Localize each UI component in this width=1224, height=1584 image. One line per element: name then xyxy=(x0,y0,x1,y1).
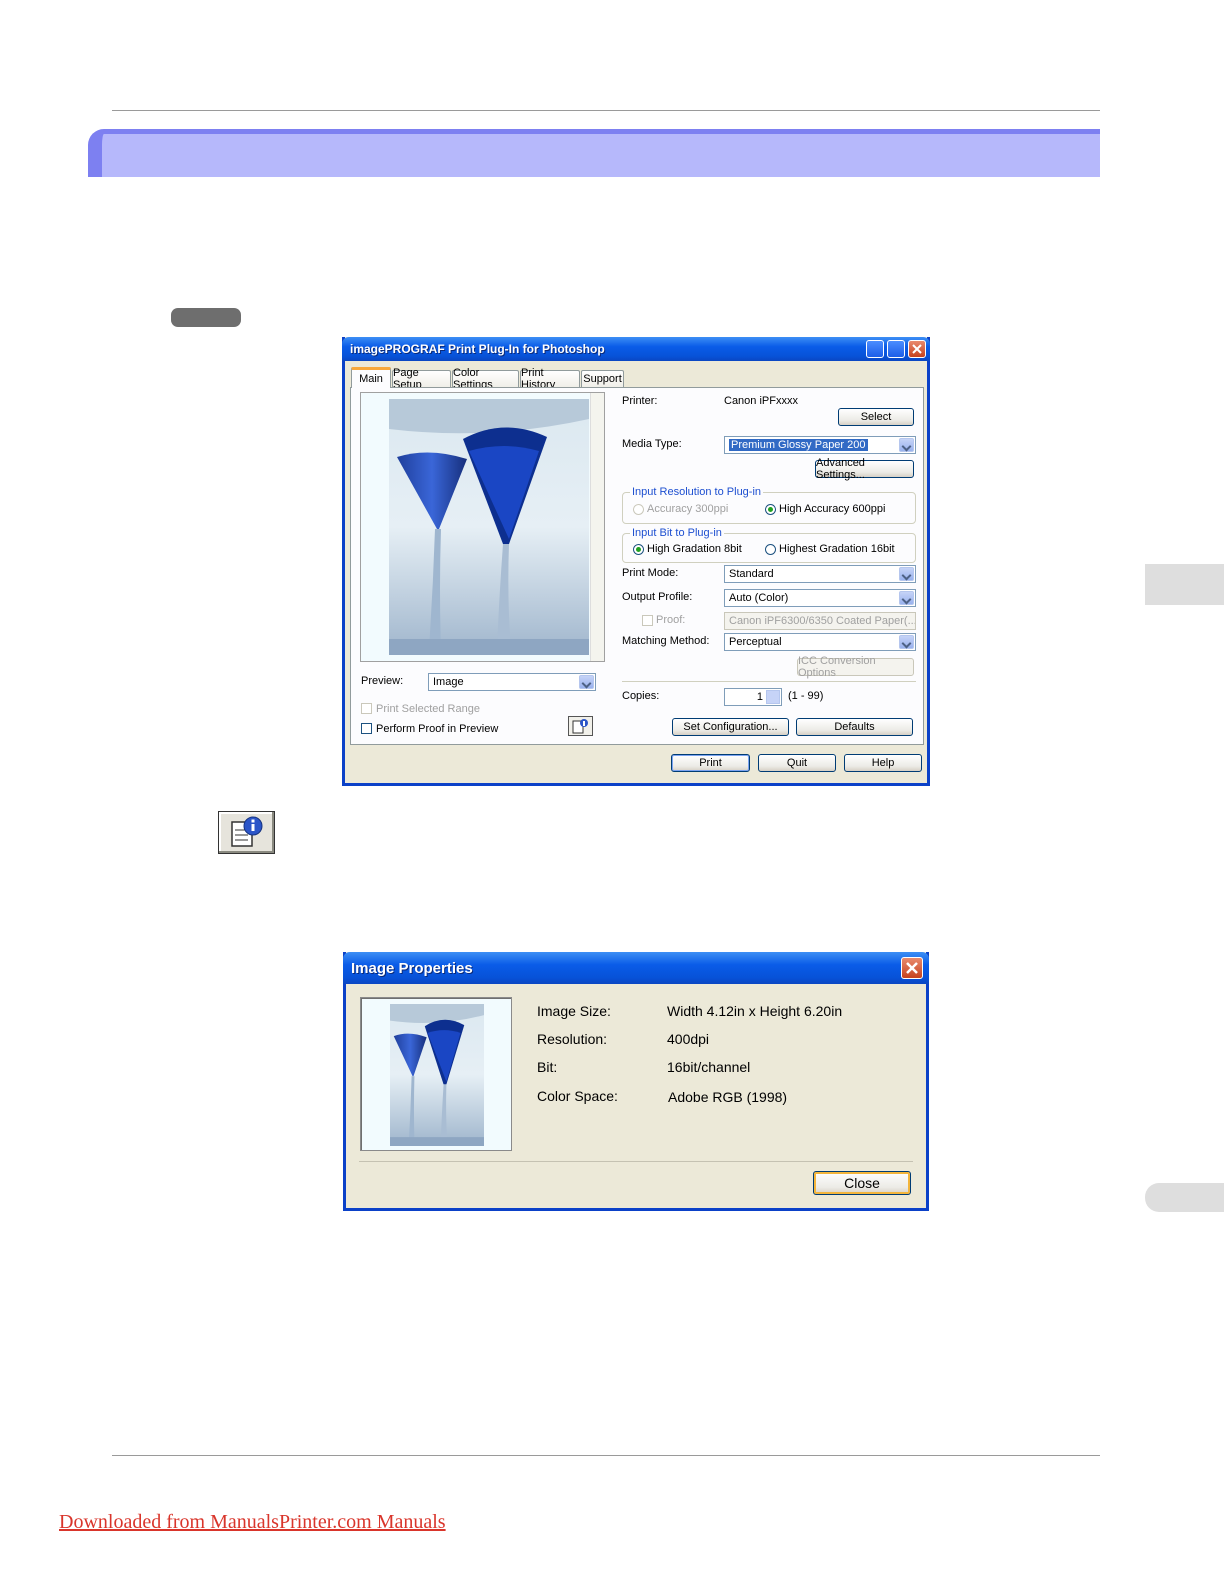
chevron-down-icon xyxy=(899,438,914,452)
matching-method-select[interactable]: Perceptual xyxy=(724,633,916,651)
output-profile-label: Output Profile: xyxy=(622,591,693,603)
proof-value: Canon iPF6300/6350 Coated Paper(... xyxy=(729,615,916,627)
copies-label: Copies: xyxy=(622,690,660,702)
input-resolution-group-label: Input Resolution to Plug-in xyxy=(630,486,764,498)
chevron-down-icon xyxy=(899,567,914,581)
advanced-settings-button[interactable]: Advanced Settings... xyxy=(815,457,914,481)
image-size-value: Width 4.12in x Height 6.20in xyxy=(667,1003,843,1019)
print-mode-label: Print Mode: xyxy=(622,567,679,579)
proof-label: Proof: xyxy=(656,614,686,626)
bit-label: Bit: xyxy=(537,1059,558,1075)
printer-value: Canon iPFxxxx xyxy=(724,395,798,407)
proof-select[interactable]: Canon iPF6300/6350 Coated Paper(... xyxy=(724,612,916,630)
tab-color-settings[interactable]: Color Settings xyxy=(452,367,519,391)
tab-print-history[interactable]: Print History xyxy=(520,367,580,391)
tab-main[interactable]: Main xyxy=(351,367,391,388)
chapter-tab-marker xyxy=(1145,564,1224,605)
set-configuration-button[interactable]: Set Configuration... xyxy=(672,718,789,736)
chevron-down-icon xyxy=(899,591,914,605)
copies-value: 1 xyxy=(756,691,763,703)
image-properties-title: Image Properties xyxy=(351,959,473,977)
chevron-down-icon xyxy=(579,675,594,689)
gradation-16-radio[interactable] xyxy=(765,544,776,555)
input-bit-group-label: Input Bit to Plug-in xyxy=(630,527,724,539)
bottom-rule xyxy=(112,1455,1100,1456)
print-button[interactable]: Print xyxy=(671,754,750,772)
preview-image xyxy=(389,399,589,655)
gradation-16-label: Highest Gradation 16bit xyxy=(779,543,895,555)
media-type-label: Media Type: xyxy=(622,438,682,450)
resolution-value: 400dpi xyxy=(667,1031,710,1047)
index-tab-marker xyxy=(1145,1183,1224,1212)
accuracy-600-radio[interactable] xyxy=(765,504,776,515)
media-type-select[interactable]: Premium Glossy Paper 200 xyxy=(724,436,916,454)
close-button[interactable]: Close xyxy=(813,1171,911,1195)
image-properties-dialog: Image Properties Image Size: Width 4.12i… xyxy=(343,952,929,1211)
preview-select-value: Image xyxy=(433,676,464,688)
close-icon[interactable] xyxy=(901,957,923,979)
accuracy-300-radio[interactable] xyxy=(633,504,644,515)
copies-range: (1 - 99) xyxy=(788,690,824,702)
bit-value: 16bit/channel xyxy=(667,1059,751,1075)
dialog-separator xyxy=(359,1161,913,1162)
print-selected-range-checkbox[interactable] xyxy=(361,703,372,714)
accuracy-600-label: High Accuracy 600ppi xyxy=(779,503,886,515)
plugin-dialog: imagePROGRAF Print Plug-In for Photoshop… xyxy=(342,337,930,786)
printer-label: Printer: xyxy=(622,395,658,407)
close-icon[interactable] xyxy=(908,340,926,358)
accuracy-300-label: Accuracy 300ppi xyxy=(647,503,729,515)
output-profile-select[interactable]: Auto (Color) xyxy=(724,589,916,607)
gradation-8-radio[interactable] xyxy=(633,544,644,555)
preview-pane xyxy=(360,392,605,662)
section-header-bar xyxy=(88,129,1100,177)
copies-stepper[interactable]: 1 xyxy=(724,688,782,706)
resolution-label: Resolution: xyxy=(537,1031,608,1047)
perform-proof-checkbox[interactable] xyxy=(361,723,372,734)
print-mode-select[interactable]: Standard xyxy=(724,565,916,583)
image-properties-titlebar: Image Properties xyxy=(343,952,929,984)
output-profile-value: Auto (Color) xyxy=(729,592,789,604)
minimize-icon[interactable] xyxy=(866,340,884,358)
color-space-value: Adobe RGB (1998) xyxy=(668,1089,788,1105)
gradation-8-label: High Gradation 8bit xyxy=(647,543,742,555)
step-pill xyxy=(171,308,241,327)
image-properties-icon xyxy=(218,811,275,854)
print-selected-range-label: Print Selected Range xyxy=(376,703,480,715)
matching-method-value: Perceptual xyxy=(729,636,782,648)
icc-conversion-options-button[interactable]: ICC Conversion Options xyxy=(797,655,914,679)
top-rule xyxy=(112,110,1100,111)
perform-proof-label: Perform Proof in Preview xyxy=(376,723,499,735)
tab-support[interactable]: Support xyxy=(581,370,624,387)
preview-select[interactable]: Image xyxy=(428,673,596,691)
print-mode-value: Standard xyxy=(729,568,774,580)
copies-separator xyxy=(622,681,916,682)
color-space-label: Color Space: xyxy=(537,1088,618,1104)
preview-label: Preview: xyxy=(361,675,404,687)
defaults-button[interactable]: Defaults xyxy=(796,718,913,736)
help-button[interactable]: Help xyxy=(844,754,922,772)
spinner-arrows-icon[interactable] xyxy=(766,690,780,704)
plugin-dialog-title: imagePROGRAF Print Plug-In for Photoshop xyxy=(350,342,605,356)
media-type-value: Premium Glossy Paper 200 xyxy=(729,439,868,451)
image-size-label: Image Size: xyxy=(537,1003,611,1019)
plugin-dialog-titlebar: imagePROGRAF Print Plug-In for Photoshop xyxy=(342,337,930,361)
thumbnail-image xyxy=(390,1004,484,1146)
quit-button[interactable]: Quit xyxy=(758,754,836,772)
maximize-icon[interactable] xyxy=(887,340,905,358)
proof-checkbox[interactable] xyxy=(642,615,653,626)
thumbnail-frame xyxy=(360,997,512,1151)
matching-method-label: Matching Method: xyxy=(622,635,710,647)
tab-page-setup[interactable]: Page Setup xyxy=(392,367,451,391)
select-printer-button[interactable]: Select xyxy=(838,408,914,426)
chevron-down-icon xyxy=(899,635,914,649)
preview-scrollbar[interactable] xyxy=(590,393,604,661)
image-properties-icon[interactable] xyxy=(568,716,593,736)
footer-download-link[interactable]: Downloaded from ManualsPrinter.com Manua… xyxy=(59,1511,446,1534)
